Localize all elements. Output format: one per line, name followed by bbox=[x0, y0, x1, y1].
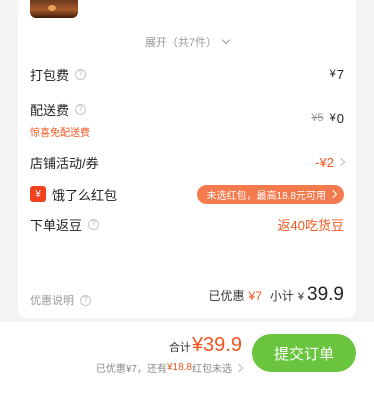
red-packet-icon: ¥ bbox=[30, 186, 46, 202]
store-activity-row[interactable]: 店铺活动/券 -¥2 bbox=[30, 152, 346, 172]
yen-symbol: ¥ bbox=[329, 68, 336, 80]
store-activity-label: 店铺活动/券 bbox=[30, 155, 99, 171]
help-icon[interactable]: ? bbox=[75, 68, 87, 80]
order-summary: 已优惠 ¥7 小计 ¥39.9 bbox=[209, 284, 345, 306]
food-garnish bbox=[48, 5, 56, 11]
food-item-thumbnail bbox=[30, 0, 78, 18]
savings-hint[interactable]: 已优惠¥7，还有 ¥18.8 红包未选 bbox=[95, 360, 244, 375]
packaging-fee-value: 7 bbox=[336, 66, 344, 82]
beans-row: 下单返豆? 返40吃货豆 bbox=[30, 214, 344, 234]
packaging-fee-row: 打包费? ¥7 bbox=[30, 64, 344, 84]
yen-symbol: ¥ bbox=[297, 291, 305, 303]
delivery-fee-label: 配送费 bbox=[30, 102, 70, 118]
delivery-fee-row: 配送费? ¥5 ¥0 bbox=[30, 99, 344, 126]
delivery-fee-value: 0 bbox=[336, 110, 344, 126]
savings-text-1: 已优惠¥7，还有 bbox=[95, 364, 167, 375]
submit-order-button[interactable]: 提交订单 bbox=[252, 334, 356, 372]
delivery-fee-original: ¥5 bbox=[311, 112, 324, 124]
chevron-down-icon bbox=[221, 35, 231, 45]
help-icon[interactable]: ? bbox=[88, 218, 100, 230]
saved-value: ¥7 bbox=[248, 289, 262, 303]
help-icon[interactable]: ? bbox=[75, 103, 87, 115]
subtotal-value: 39.9 bbox=[307, 284, 344, 305]
hongbao-label: 饿了么红包 bbox=[52, 187, 118, 203]
expand-label: 展开（共7件） bbox=[144, 37, 218, 49]
savings-text-2: 红包未选 bbox=[192, 364, 232, 375]
discount-note-label: 优惠说明 bbox=[30, 295, 74, 307]
chevron-right-icon bbox=[336, 157, 346, 167]
savings-text-red: ¥18.8 bbox=[166, 362, 192, 373]
delivery-fee-note: 惊喜免配送费 bbox=[30, 128, 90, 139]
beans-label: 下单返豆 bbox=[30, 217, 83, 233]
hongbao-row[interactable]: ¥ 饿了么红包 未选红包，最高18.8元可用 bbox=[30, 184, 344, 204]
help-icon: ? bbox=[80, 294, 91, 306]
total-label: 合计 bbox=[168, 342, 191, 354]
total-display: 合计 ¥39.9 bbox=[169, 334, 242, 357]
subtotal-label: 小计 bbox=[269, 289, 294, 303]
store-activity-value: -¥2 bbox=[315, 154, 334, 170]
expand-items-toggle[interactable]: 展开（共7件） bbox=[18, 34, 356, 50]
total-value: ¥39.9 bbox=[191, 334, 242, 356]
yen-symbol: ¥ bbox=[329, 112, 336, 124]
hongbao-select-pill[interactable]: 未选红包，最高18.8元可用 bbox=[196, 184, 344, 204]
hongbao-pill-text: 未选红包，最高18.8元可用 bbox=[206, 190, 326, 202]
chevron-right-icon bbox=[234, 363, 244, 372]
packaging-fee-label: 打包费 bbox=[30, 67, 70, 83]
discount-explanation[interactable]: 优惠说明? bbox=[30, 292, 91, 308]
chevron-right-icon bbox=[328, 189, 338, 199]
beans-value: 返40吃货豆 bbox=[277, 217, 344, 233]
saved-label: 已优惠 bbox=[208, 289, 245, 303]
order-details-card: 展开（共7件） 打包费? ¥7 配送费? ¥5 ¥0 惊喜免配送费 店铺活动/券 … bbox=[18, 0, 356, 318]
